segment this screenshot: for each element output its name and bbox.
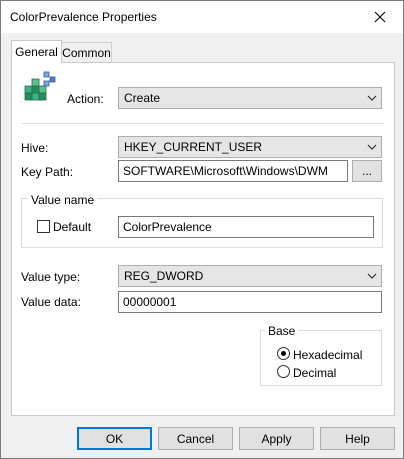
close-button[interactable]: [357, 1, 403, 33]
value-type-value: REG_DWORD: [124, 269, 204, 283]
key-path-label: Key Path:: [21, 165, 74, 179]
tab-common[interactable]: Common: [61, 42, 112, 63]
action-dropdown[interactable]: Create: [118, 87, 382, 109]
hive-label: Hive:: [21, 141, 49, 155]
title-bar: ColorPrevalence Properties: [1, 1, 403, 33]
window-title: ColorPrevalence Properties: [10, 10, 157, 24]
key-path-value: SOFTWARE\Microsoft\Windows\DWM: [123, 164, 328, 178]
properties-dialog: ColorPrevalence Properties General Commo…: [0, 0, 404, 459]
chevron-down-icon: [367, 144, 377, 150]
value-name-value: ColorPrevalence: [123, 220, 212, 234]
chevron-down-icon: [367, 95, 377, 101]
hexadecimal-radio[interactable]: [277, 347, 290, 360]
section-divider: [22, 123, 384, 124]
tab-general-label: General: [15, 45, 58, 59]
default-checkbox[interactable]: [37, 220, 50, 233]
decimal-label: Decimal: [293, 366, 337, 380]
apply-label: Apply: [261, 431, 292, 446]
browse-key-label: ...: [361, 164, 372, 178]
base-group-label: Base: [265, 324, 299, 338]
value-name-input[interactable]: ColorPrevalence: [118, 216, 374, 238]
browse-key-button[interactable]: ...: [352, 160, 382, 182]
ok-label: OK: [105, 431, 124, 446]
value-data-value: 00000001: [123, 295, 177, 309]
close-icon: [374, 11, 386, 23]
action-label: Action:: [67, 92, 104, 106]
registry-cubes-icon: [24, 71, 56, 101]
hive-dropdown[interactable]: HKEY_CURRENT_USER: [118, 136, 382, 158]
general-tab-panel: Action: Create Hive: HKEY_CURRENT_USER K…: [11, 62, 395, 416]
action-value: Create: [124, 91, 161, 105]
apply-button[interactable]: Apply: [239, 427, 314, 450]
decimal-radio[interactable]: [277, 365, 290, 378]
help-button[interactable]: Help: [320, 427, 395, 450]
value-data-label: Value data:: [21, 295, 81, 309]
value-name-group-label: Value name: [28, 193, 98, 207]
help-label: Help: [345, 431, 370, 446]
chevron-down-icon: [367, 273, 377, 279]
hexadecimal-label: Hexadecimal: [293, 348, 363, 362]
cancel-button[interactable]: Cancel: [158, 427, 233, 450]
tab-common-label: Common: [62, 46, 111, 60]
value-type-label: Value type:: [21, 270, 81, 284]
default-label: Default: [53, 220, 92, 234]
cancel-label: Cancel: [176, 431, 215, 446]
tab-general[interactable]: General: [11, 40, 62, 63]
hive-value: HKEY_CURRENT_USER: [124, 140, 263, 154]
value-data-input[interactable]: 00000001: [118, 291, 382, 313]
ok-button[interactable]: OK: [77, 427, 152, 450]
key-path-input[interactable]: SOFTWARE\Microsoft\Windows\DWM: [118, 160, 348, 182]
value-type-dropdown[interactable]: REG_DWORD: [118, 265, 382, 287]
